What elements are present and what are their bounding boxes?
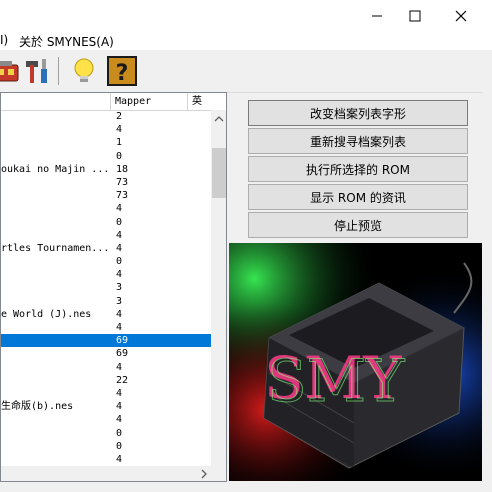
list-item-mapper: 73 (116, 190, 129, 202)
toolbar: ? (0, 51, 492, 93)
list-item[interactable]: 22 (1, 374, 211, 387)
list-item[interactable]: 4 (1, 202, 211, 215)
list-item-mapper: 4 (116, 308, 123, 320)
list-item-name: oukai no Majin ... (1, 163, 109, 175)
run-rom-button[interactable]: 执行所选择的 ROM (248, 156, 468, 182)
list-item-mapper: 22 (116, 374, 129, 386)
change-font-button[interactable]: 改变档案列表字形 (248, 100, 468, 126)
list-item-name: rtles Tournamen... (1, 242, 109, 254)
list-item[interactable]: 0 (1, 150, 211, 163)
list-item[interactable]: 4 (1, 321, 211, 334)
list-item-mapper: 3 (116, 295, 123, 307)
scroll-right-icon[interactable] (197, 466, 211, 482)
list-item-mapper: 18 (116, 163, 129, 175)
list-item-mapper: 4 (116, 414, 123, 426)
list-item[interactable]: 4 (1, 413, 211, 426)
list-item[interactable]: 0 (1, 440, 211, 453)
window-bottom (0, 482, 492, 492)
list-item[interactable]: 4 (1, 361, 211, 374)
list-item-mapper: 4 (116, 242, 123, 254)
menu-item-about[interactable]: 关於 SMYNES(A) (19, 33, 114, 50)
list-item[interactable]: 73 (1, 176, 211, 189)
list-item[interactable]: 2 (1, 110, 211, 123)
minimize-icon (372, 15, 382, 16)
list-item-mapper: 4 (116, 124, 123, 136)
maximize-icon (409, 10, 421, 21)
list-item-mapper: 4 (116, 203, 123, 215)
column-mapper-header[interactable]: Mapper (111, 93, 188, 110)
list-item[interactable]: 3 (1, 281, 211, 294)
lightbulb-icon[interactable] (68, 55, 100, 87)
game-cartridge-icon[interactable] (0, 55, 22, 87)
list-item[interactable]: 0 (1, 255, 211, 268)
list-item[interactable]: 4 (1, 268, 211, 281)
list-item[interactable]: 4 (1, 229, 211, 242)
list-item-mapper: 0 (116, 150, 123, 162)
list-item[interactable]: 0 (1, 216, 211, 229)
maximize-button[interactable] (392, 0, 438, 31)
menu-bar: I) 关於 SMYNES(A) (0, 31, 492, 50)
stop-preview-button[interactable]: 停止预览 (248, 212, 468, 238)
list-item[interactable]: 4 (1, 123, 211, 136)
list-item[interactable]: e World (J).nes 4 (1, 308, 211, 321)
research-list-button[interactable]: 重新搜寻档案列表 (248, 128, 468, 154)
list-header: Mapper 英 (1, 93, 226, 111)
title-bar (0, 0, 492, 31)
list-item-mapper: 0 (116, 256, 123, 268)
list-item-mapper: 4 (116, 401, 123, 413)
column-name-header[interactable] (1, 93, 111, 110)
list-item-mapper: 4 (116, 229, 123, 241)
list-item-mapper: 0 (116, 440, 123, 452)
horizontal-scrollbar[interactable] (1, 466, 226, 482)
list-item[interactable]: 1 (1, 136, 211, 149)
list-item[interactable]: 3 (1, 295, 211, 308)
list-item-mapper: 4 (116, 322, 123, 333)
list-item[interactable]: 69 (1, 347, 211, 360)
rom-list[interactable]: Mapper 英 2 4 1 0 oukai no Majin ... 18 73 73 4 0 4… (0, 92, 227, 482)
list-item-name: e World (J).nes (1, 308, 92, 320)
list-item-mapper: 3 (116, 282, 123, 294)
toolbar-separator (58, 57, 59, 85)
list-item-mapper: 4 (116, 387, 123, 399)
preview-image: SMY SMY (229, 243, 482, 481)
list-item[interactable]: 生命版(b).nes 4 (1, 400, 211, 413)
list-item[interactable]: oukai no Majin ... 18 (1, 163, 211, 176)
help-icon[interactable]: ? (106, 55, 138, 87)
list-item-mapper: 69 (116, 335, 129, 347)
list-rows: 2 4 1 0 oukai no Majin ... 18 73 73 4 0 4 rtles Tou… (1, 110, 211, 479)
vertical-scroll-thumb[interactable] (212, 148, 226, 198)
list-item[interactable]: 4 (1, 453, 211, 466)
list-item[interactable]: 69 (1, 334, 211, 348)
close-button[interactable] (438, 0, 484, 31)
close-icon (455, 10, 467, 21)
list-item-mapper: 73 (116, 176, 129, 188)
list-item[interactable]: 73 (1, 189, 211, 202)
list-item-mapper: 2 (116, 111, 123, 122)
column-english-header[interactable]: 英 (188, 93, 226, 110)
tools-icon[interactable] (22, 55, 54, 87)
menu-item-partial[interactable]: I) (0, 33, 8, 47)
list-item[interactable]: rtles Tournamen... 4 (1, 242, 211, 255)
show-rom-info-button[interactable]: 显示 ROM 的资讯 (248, 184, 468, 210)
window-edge (483, 51, 492, 492)
scroll-up-icon[interactable] (211, 112, 227, 126)
list-item[interactable]: 4 (1, 387, 211, 400)
list-item-name: 生命版(b).nes (1, 401, 74, 413)
list-item-mapper: 69 (116, 348, 129, 360)
list-item-mapper: 4 (116, 269, 123, 281)
vertical-scrollbar[interactable] (211, 110, 227, 466)
list-item-mapper: 0 (116, 216, 123, 228)
list-item-mapper: 4 (116, 453, 123, 465)
smy-logo-outline: SMY (267, 347, 405, 415)
list-item[interactable]: 0 (1, 427, 211, 440)
list-item-mapper: 0 (116, 427, 123, 439)
list-item-mapper: 1 (116, 137, 123, 149)
svg-text:?: ? (116, 61, 129, 86)
list-item-mapper: 4 (116, 361, 123, 373)
